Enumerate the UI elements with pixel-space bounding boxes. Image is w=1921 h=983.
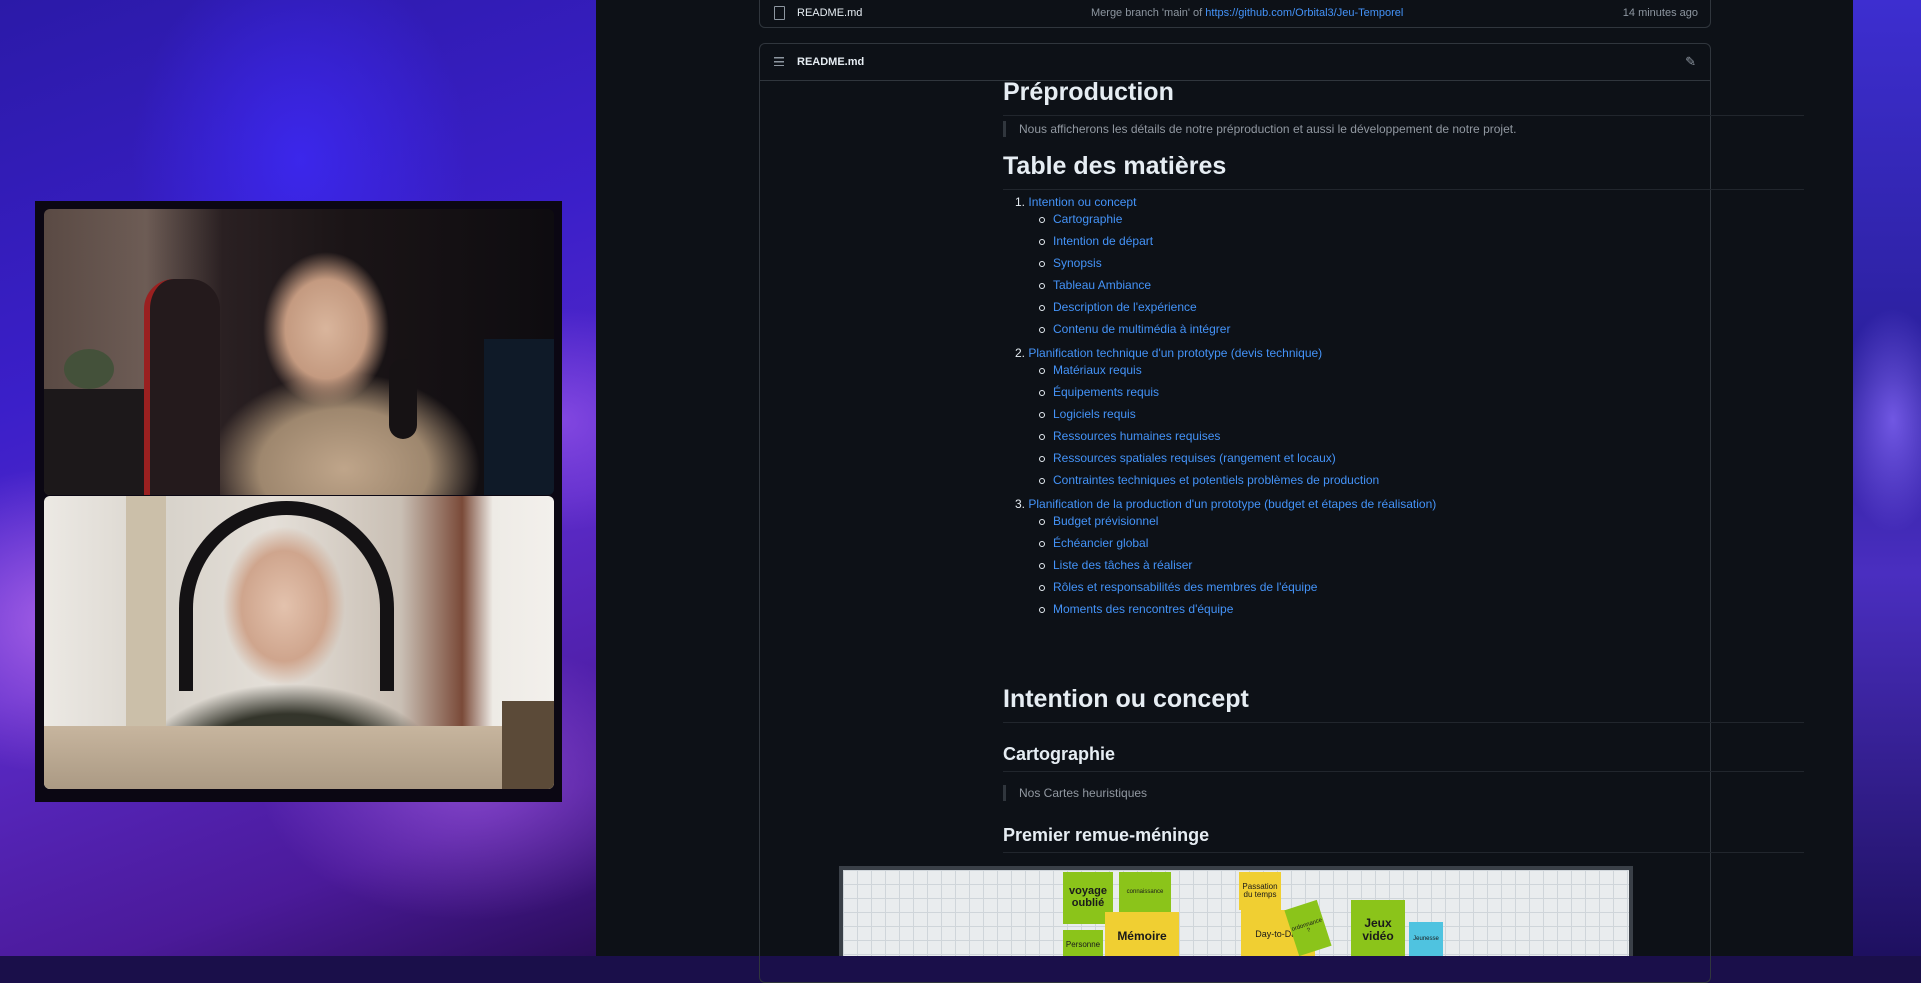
commit-message: Merge branch 'main' of https://github.co…: [1091, 7, 1403, 19]
toc-item-2[interactable]: 2. Planification technique d'un prototyp…: [1015, 346, 1322, 360]
webcam-panel: [35, 201, 562, 802]
file-row[interactable]: README.md Merge branch 'main' of https:/…: [759, 0, 1711, 28]
webcam-feed-streamer: [44, 209, 554, 495]
mindmap-image: voyage oublié connaissance Mémoire Perso…: [839, 866, 1633, 956]
sticky-note: connaissance: [1119, 872, 1171, 912]
sticky-note: Mémoire: [1105, 912, 1179, 956]
heading-intention-concept: Intention ou concept: [1003, 685, 1804, 723]
toc-subitem[interactable]: Contraintes techniques et potentiels pro…: [1053, 473, 1379, 487]
list-bullet: [1039, 368, 1045, 374]
toc-subitem[interactable]: Ressources spatiales requises (rangement…: [1053, 451, 1336, 465]
readme-title: README.md: [797, 56, 865, 68]
list-bullet: [1039, 607, 1045, 613]
toc-subitem[interactable]: Équipements requis: [1053, 385, 1159, 399]
file-icon: [774, 6, 785, 20]
toc-subitem[interactable]: Liste des tâches à réaliser: [1053, 558, 1192, 572]
toc-subitem[interactable]: Ressources humaines requises: [1053, 429, 1220, 443]
background-floor: [44, 726, 554, 789]
list-bullet: [1039, 412, 1045, 418]
readme-header: README.md ✎: [760, 44, 1710, 81]
list-bullet: [1039, 217, 1045, 223]
sticky-note: Jeunesse: [1409, 922, 1443, 956]
list-bullet: [1039, 239, 1045, 245]
list-bullet: [1039, 478, 1045, 484]
toc-subitem[interactable]: Logiciels requis: [1053, 407, 1136, 421]
toc-subitem[interactable]: Budget prévisionnel: [1053, 514, 1158, 528]
github-readme-view: README.md Merge branch 'main' of https:/…: [596, 0, 1853, 983]
list-bullet: [1039, 563, 1045, 569]
list-bullet: [1039, 390, 1045, 396]
sticky-note: Passation du temps: [1239, 872, 1281, 910]
gaming-chair: [144, 279, 220, 495]
toc-subitem[interactable]: Matériaux requis: [1053, 363, 1142, 377]
heading-table-of-contents: Table des matières: [1003, 152, 1804, 190]
outline-list-icon[interactable]: [774, 57, 784, 66]
sticky-note: Personne: [1063, 930, 1103, 956]
webcam-feed-guest: [44, 496, 554, 789]
commit-repo-link[interactable]: https://github.com/Orbital3/Jeu-Temporel: [1205, 7, 1403, 19]
list-bullet: [1039, 283, 1045, 289]
list-bullet: [1039, 541, 1045, 547]
toc-subitem[interactable]: Cartographie: [1053, 212, 1122, 226]
microphone: [389, 359, 417, 439]
toc-subitem[interactable]: Contenu de multimédia à intégrer: [1053, 322, 1230, 336]
toc-subitem[interactable]: Échéancier global: [1053, 536, 1148, 550]
heading-remue-meninge: Premier remue-méninge: [1003, 825, 1804, 853]
toc-subitem[interactable]: Tableau Ambiance: [1053, 278, 1151, 292]
commit-message-text: Merge branch 'main' of: [1091, 7, 1206, 19]
headset: [179, 501, 394, 691]
toc-subitem[interactable]: Rôles et responsabilités des membres de …: [1053, 580, 1317, 594]
list-bullet: [1039, 434, 1045, 440]
background-poster: [502, 701, 554, 789]
list-bullet: [1039, 305, 1045, 311]
background-plant: [64, 349, 114, 389]
readme-container: README.md ✎ Préproduction Nous affichero…: [759, 43, 1804, 983]
list-bullet: [1039, 519, 1045, 525]
toc-item-3[interactable]: 3. Planification de la production d'un p…: [1015, 497, 1436, 511]
list-bullet: [1039, 327, 1045, 333]
toc-item-1[interactable]: 1. Intention ou concept: [1015, 195, 1136, 209]
intro-blockquote: Nous afficherons les détails de notre pr…: [1003, 121, 1820, 137]
file-name-link[interactable]: README.md: [797, 7, 862, 19]
list-bullet: [1039, 456, 1045, 462]
commit-time: 14 minutes ago: [1622, 7, 1698, 19]
toc-subitem[interactable]: Moments des rencontres d'équipe: [1053, 602, 1233, 616]
toc-subitem[interactable]: Description de l'expérience: [1053, 300, 1197, 314]
heading-cartographie: Cartographie: [1003, 744, 1804, 772]
edit-pencil-icon[interactable]: ✎: [1685, 54, 1696, 70]
cartographie-blockquote: Nos Cartes heuristiques: [1003, 785, 1820, 801]
toc-subitem[interactable]: Synopsis: [1053, 256, 1102, 270]
list-bullet: [1039, 261, 1045, 267]
toc-subitem[interactable]: Intention de départ: [1053, 234, 1153, 248]
sticky-note: Jeux vidéo: [1351, 900, 1405, 956]
monitor: [484, 339, 554, 495]
list-bullet: [1039, 585, 1045, 591]
heading-preproduction: Préproduction: [1003, 78, 1804, 116]
stream-background-right: [1853, 0, 1921, 956]
